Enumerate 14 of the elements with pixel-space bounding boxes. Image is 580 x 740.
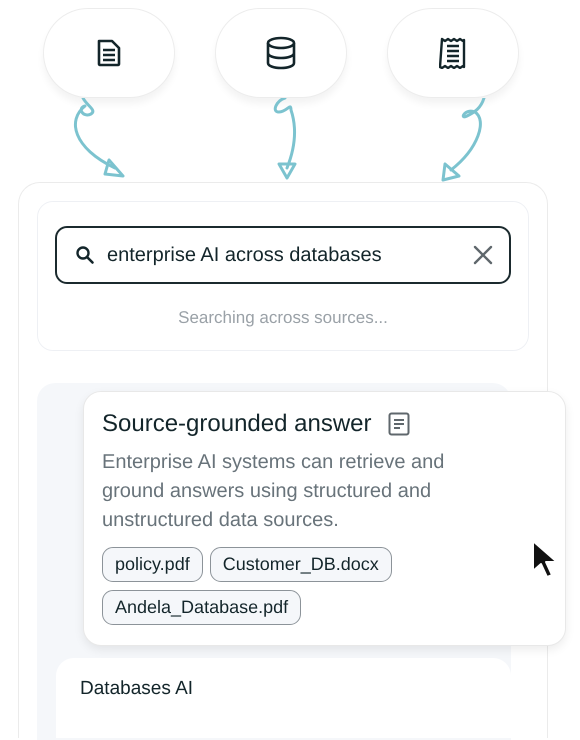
- source-chip[interactable]: Customer_DB.docx: [210, 547, 392, 582]
- database-icon: [265, 36, 297, 70]
- search-field[interactable]: enterprise AI across databases: [55, 226, 511, 284]
- search-icon: [75, 245, 95, 265]
- result-card[interactable]: Databases AI: [56, 658, 511, 738]
- result-title: Databases AI: [80, 678, 194, 699]
- document-icon: [388, 412, 410, 436]
- receipt-icon: [439, 37, 467, 69]
- clear-button[interactable]: [473, 245, 493, 265]
- source-chip[interactable]: Andela_Database.pdf: [102, 590, 302, 625]
- source-chip[interactable]: policy.pdf: [102, 547, 203, 582]
- answer-title: Source-grounded answer: [102, 410, 372, 438]
- answer-text: Enterprise AI systems can retrieve and ground answers using structured and unstructured data sources.: [102, 450, 446, 533]
- status-text: Searching across sources...: [178, 308, 388, 328]
